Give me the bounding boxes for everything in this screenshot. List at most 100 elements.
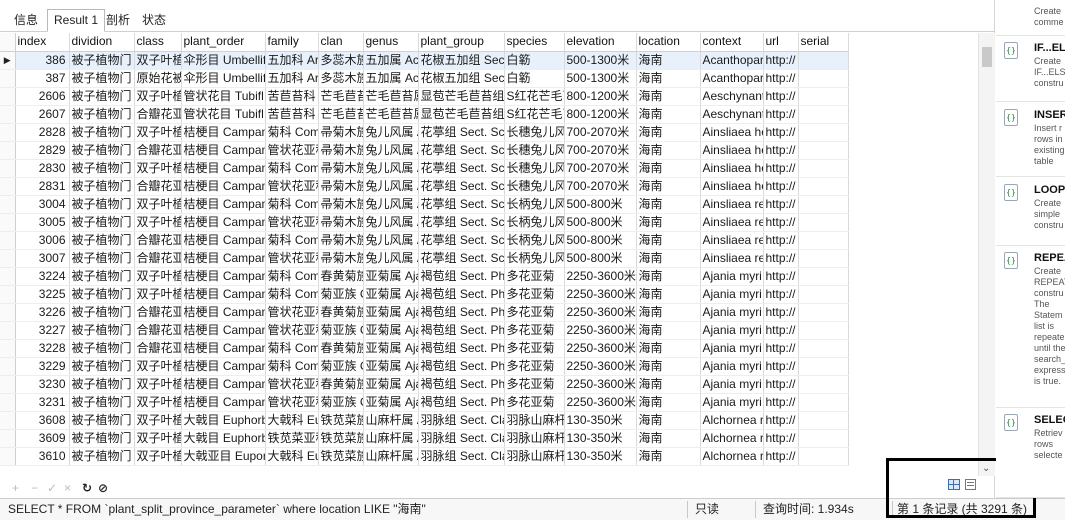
cell-elevation[interactable]: 700-2070米 (564, 177, 637, 196)
cell-genus[interactable]: 兔儿风属 A (363, 231, 419, 250)
cell-serial[interactable] (798, 285, 849, 304)
cell-species[interactable]: S红花芒毛苣 (504, 87, 565, 106)
cell-clan[interactable]: 多蕊木族 (318, 69, 364, 88)
column-header-elevation[interactable]: elevation (564, 33, 637, 52)
cell-url[interactable]: http:// a0;b0;b1; (763, 159, 799, 178)
cell-plant_order[interactable]: 伞形目 Umbellifl (181, 69, 266, 88)
cell-species[interactable]: 长柄兔儿风 (504, 249, 565, 268)
cell-plant_group[interactable]: 花葶组 Sect. Sca (418, 249, 505, 268)
cell-index[interactable]: 3227 (15, 321, 70, 340)
cell-location[interactable]: 海南 (636, 429, 701, 448)
cell-class[interactable]: 合瓣花亚 (134, 303, 182, 322)
cell-plant_order[interactable]: 桔梗目 Campanu (181, 303, 266, 322)
cell-location[interactable]: 海南 (636, 375, 701, 394)
cell-location[interactable]: 海南 (636, 195, 701, 214)
cell-plant_group[interactable]: 褐苞组 Sect. Pha (418, 285, 505, 304)
cell-dividion[interactable]: 被子植物门 A (69, 429, 135, 448)
cell-location[interactable]: 海南 (636, 339, 701, 358)
table-row[interactable]: 3231被子植物门 A双子叶植物桔梗目 Campanu管状花亚科菊亚族 C亚菊属… (0, 393, 849, 412)
cell-dividion[interactable]: 被子植物门 A (69, 51, 135, 70)
cell-url[interactable]: http:// a0;b0;b1; (763, 357, 799, 376)
snippet-item[interactable]: {}REPEATCreateREPEATconstruTheStatemlist… (996, 248, 1065, 408)
tab-info[interactable]: 信息 (8, 10, 44, 32)
cell-dividion[interactable]: 被子植物门 A (69, 393, 135, 412)
cell-serial[interactable] (798, 447, 849, 466)
row-selector[interactable] (0, 159, 16, 178)
cell-serial[interactable] (798, 249, 849, 268)
row-selector[interactable] (0, 357, 16, 376)
cell-plant_order[interactable]: 管状花目 Tubifl (181, 87, 266, 106)
current-row-marker-icon[interactable]: ▶ (0, 51, 16, 70)
cell-class[interactable]: 合瓣花亚 (134, 105, 182, 124)
cell-genus[interactable]: 亚菊属 Aja (363, 303, 419, 322)
column-header-plant_order[interactable]: plant_order (181, 33, 266, 52)
cell-serial[interactable] (798, 393, 849, 412)
cell-genus[interactable]: 兔儿风属 A (363, 249, 419, 268)
cell-genus[interactable]: 五加属 Aca (363, 69, 419, 88)
cell-species[interactable]: 长柄兔儿风 (504, 231, 565, 250)
cell-clan[interactable]: 多蕊木族 (318, 51, 364, 70)
cell-family[interactable]: 菊科 Comp (265, 339, 319, 358)
stop-icon[interactable]: ⊘ (98, 481, 108, 495)
cell-index[interactable]: 3610 (15, 447, 70, 466)
snippet-item[interactable]: {}IF...ELSECreateIF...ELSEconstru (996, 38, 1065, 102)
table-row[interactable]: 2828被子植物门 A双子叶植物桔梗目 Campanu菊科 Comp帚菊木族兔儿… (0, 123, 849, 142)
cell-dividion[interactable]: 被子植物门 A (69, 195, 135, 214)
cell-species[interactable]: 长穗兔儿风 (504, 123, 565, 142)
cell-location[interactable]: 海南 (636, 321, 701, 340)
cell-plant_group[interactable]: 羽脉组 Sect. Clac (418, 447, 505, 466)
cell-genus[interactable]: 兔儿风属 A (363, 123, 419, 142)
cell-dividion[interactable]: 被子植物门 A (69, 447, 135, 466)
cell-location[interactable]: 海南 (636, 285, 701, 304)
cell-plant_order[interactable]: 桔梗目 Campanu (181, 393, 266, 412)
cell-clan[interactable]: 帚菊木族 (318, 195, 364, 214)
cell-dividion[interactable]: 被子植物门 A (69, 375, 135, 394)
cell-url[interactable]: http:// a0;b0;b1; (763, 231, 799, 250)
cell-plant_group[interactable]: 花葶组 Sect. Sca (418, 159, 505, 178)
cell-url[interactable]: http:// a0;b0;b1; (763, 321, 799, 340)
cell-plant_order[interactable]: 桔梗目 Campanu (181, 285, 266, 304)
cell-index[interactable]: 3007 (15, 249, 70, 268)
cell-serial[interactable] (798, 429, 849, 448)
table-row[interactable]: 3610被子植物门 A双子叶植物大戟亚目 Eupor大戟科 Eup铁苋菜族山麻杆… (0, 447, 849, 466)
cell-context[interactable]: Ainsliaea he (700, 159, 764, 178)
cell-dividion[interactable]: 被子植物门 A (69, 213, 135, 232)
cell-index[interactable]: 2831 (15, 177, 70, 196)
cell-genus[interactable]: 亚菊属 Aja (363, 357, 419, 376)
row-selector[interactable] (0, 429, 16, 448)
cell-genus[interactable]: 兔儿风属 A (363, 177, 419, 196)
table-row[interactable]: 3230被子植物门 A双子叶植物桔梗目 Campanu管状花亚科春黄菊族亚菊属 … (0, 375, 849, 394)
cell-context[interactable]: Ajania myri (700, 267, 764, 286)
cell-clan[interactable]: 菊亚族 C (318, 321, 364, 340)
cell-plant_order[interactable]: 桔梗目 Campanu (181, 375, 266, 394)
cell-clan[interactable]: 帚菊木族 (318, 177, 364, 196)
cell-species[interactable]: 长穗兔儿风 (504, 159, 565, 178)
cell-index[interactable]: 3608 (15, 411, 70, 430)
cell-species[interactable]: 白簕 (504, 51, 565, 70)
table-row[interactable]: 3609被子植物门 A双子叶植物大戟目 Euphorbi铁苋菜亚科铁苋菜族山麻杆… (0, 429, 849, 448)
cell-dividion[interactable]: 被子植物门 A (69, 411, 135, 430)
snippet-item[interactable]: {} INSERT Insert rrows inexistingtable (996, 105, 1065, 177)
cell-plant_order[interactable]: 桔梗目 Campanu (181, 357, 266, 376)
cell-context[interactable]: Ainsliaea he (700, 123, 764, 142)
cell-dividion[interactable]: 被子植物门 A (69, 339, 135, 358)
cell-elevation[interactable]: 700-2070米 (564, 123, 637, 142)
cell-elevation[interactable]: 800-1200米 (564, 105, 637, 124)
cell-context[interactable]: Acanthopar (700, 69, 764, 88)
cell-plant_group[interactable]: 花葶组 Sect. Sca (418, 195, 505, 214)
tab-profile[interactable]: 剖析 (100, 10, 136, 32)
cell-location[interactable]: 海南 (636, 105, 701, 124)
cell-genus[interactable]: 兔儿风属 A (363, 159, 419, 178)
cell-species[interactable]: 多花亚菊 (504, 285, 565, 304)
cell-dividion[interactable]: 被子植物门 A (69, 357, 135, 376)
column-header-index[interactable]: index (15, 33, 70, 52)
cell-context[interactable]: Ainsliaea re (700, 231, 764, 250)
cell-dividion[interactable]: 被子植物门 A (69, 141, 135, 160)
cell-index[interactable]: 3230 (15, 375, 70, 394)
cell-class[interactable]: 原始花被 (134, 69, 182, 88)
cell-url[interactable]: http:// a0;b0;b1; (763, 375, 799, 394)
cell-plant_order[interactable]: 桔梗目 Campanu (181, 339, 266, 358)
cell-url[interactable]: http:// a0;b0;b1; (763, 123, 799, 142)
cell-genus[interactable]: 亚菊属 Aja (363, 339, 419, 358)
cell-genus[interactable]: 芒毛苣苔属 (363, 105, 419, 124)
